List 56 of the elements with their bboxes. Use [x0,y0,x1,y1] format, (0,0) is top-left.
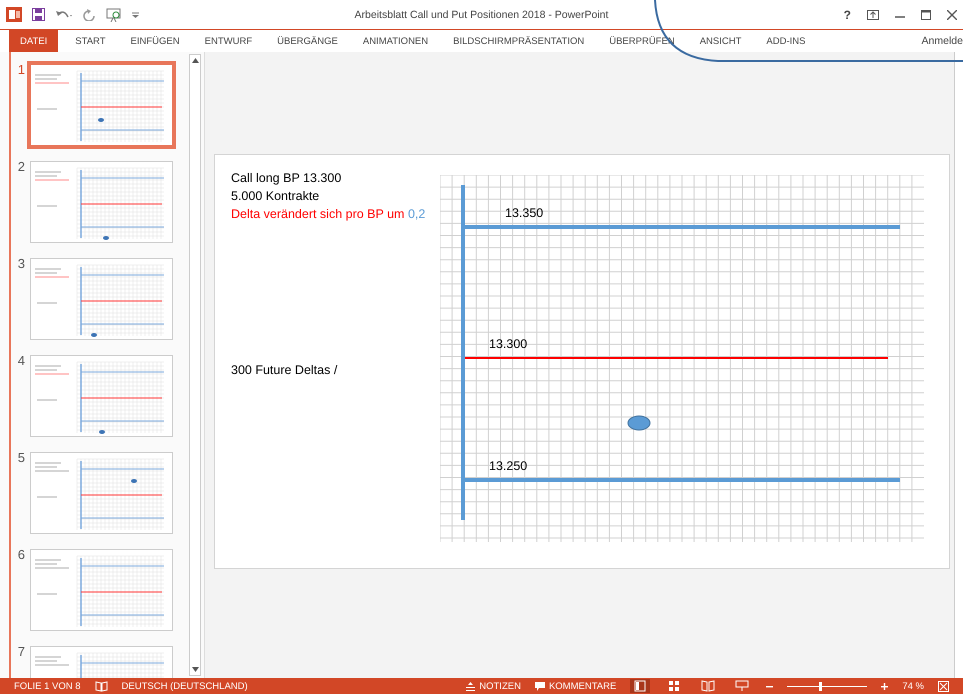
slide-text-line: 300 Future Deltas / [231,363,338,377]
slide-thumbnail[interactable] [30,549,173,631]
scrollbar[interactable] [189,54,201,676]
slide-number: 3 [16,256,25,271]
zoom-in-icon[interactable] [881,682,888,690]
scroll-up-icon[interactable] [192,58,198,63]
ribbon-tab[interactable]: BILDSCHIRMPRÄSENTATION [442,30,596,52]
notes-button[interactable]: NOTIZEN [479,680,521,692]
slide-number: 4 [16,353,25,368]
fit-to-window-icon[interactable] [938,680,949,692]
price-level-label: 13.300 [489,337,528,351]
price-level-label: 13.350 [505,206,544,220]
slide-number: 6 [16,547,25,562]
maximize-icon[interactable] [921,10,931,20]
slide-number: 7 [16,644,25,659]
powerpoint-logo-icon [6,7,22,22]
ribbon-tab[interactable]: START [64,30,117,52]
help-button[interactable]: ? [844,8,851,22]
slide-thumbnail[interactable] [30,355,173,437]
ribbon-display-icon[interactable] [867,10,879,20]
slide-thumbnail[interactable] [30,161,173,243]
ribbon-tab[interactable]: EINFÜGEN [120,30,191,52]
presentation-icon[interactable] [106,8,122,22]
close-icon[interactable] [947,10,957,20]
slide-number: 2 [16,159,25,174]
slide-thumbnail[interactable] [30,452,173,534]
slide-thumbnail[interactable] [30,258,173,340]
slide-text-line: Call long BP 13.300 [231,170,342,187]
account-link[interactable]: Anmelde [922,35,963,47]
price-level-label: 13.250 [489,459,528,473]
normal-view-icon[interactable] [630,679,650,693]
window-title: Arbeitsblatt Call und Put Positionen 2018 - PowerPoint [354,9,608,21]
ribbon-tab[interactable]: ADD-INS [755,30,816,52]
customize-dropdown-icon[interactable] [132,10,139,18]
ribbon-tab[interactable]: ANIMATIONEN [352,30,440,52]
zoom-percentage[interactable]: 74 % [902,680,924,692]
position-dot [628,416,650,430]
save-icon[interactable] [32,8,45,21]
ribbon-tab[interactable]: ANSICHT [688,30,752,52]
ribbon-tab[interactable]: DATEI [9,30,58,52]
ribbon-tab[interactable]: ÜBERGÄNGE [266,30,349,52]
proofing-book-icon[interactable] [94,680,108,692]
comments-button[interactable]: KOMMENTARE [548,680,616,692]
slide-text-line: Delta verändert sich pro BP um 0,2 [231,206,426,223]
language-label[interactable]: DEUTSCH (DEUTSCHLAND) [122,680,248,692]
comment-icon[interactable] [534,682,545,690]
scroll-down-icon[interactable] [192,667,198,672]
ribbon-tab[interactable]: ENTWURF [194,30,264,52]
slide-number: 1 [16,62,25,77]
redo-icon[interactable] [83,8,96,20]
slide-number: 5 [16,450,25,465]
slide-counter: FOLIE 1 VON 8 [14,680,81,692]
slide-text-line: 5.000 Kontrakte [231,188,320,205]
notes-icon[interactable] [466,682,476,690]
scrollbar[interactable] [954,52,963,678]
slide-thumbnail[interactable] [30,64,173,146]
